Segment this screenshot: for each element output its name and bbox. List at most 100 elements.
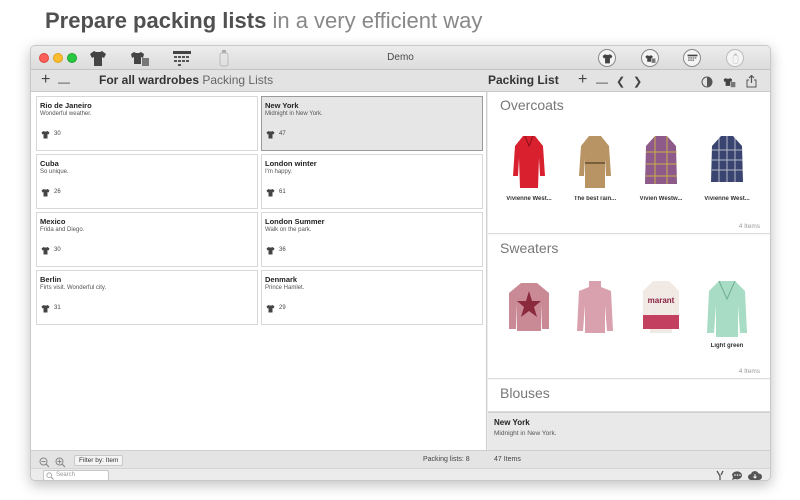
shirt-icon[interactable]: [89, 49, 107, 67]
packing-list-title: New York: [265, 101, 299, 110]
zoom-window-button[interactable]: [67, 53, 77, 63]
packing-list-title: Packing List: [488, 73, 559, 87]
packing-list-title: London winter: [265, 159, 317, 168]
calendar-icon[interactable]: [172, 49, 192, 67]
shirt-icon: [41, 247, 50, 255]
packing-list-card[interactable]: Berlin Firts visit. Wonderful city. 31: [36, 270, 258, 325]
item-card[interactable]: Vivien Westw...: [631, 132, 691, 202]
coat-image: [513, 135, 545, 188]
sweater-logo-text: marant: [648, 296, 675, 305]
packing-list-title: London Summer: [265, 217, 325, 226]
tools-icon[interactable]: [715, 470, 725, 480]
item-label: Vivienne West...: [704, 196, 750, 202]
bottle-icon[interactable]: [219, 49, 229, 67]
title-bar: Demo: [31, 46, 770, 70]
section-title: Blouses: [500, 385, 550, 401]
summary-title: New York: [494, 418, 530, 427]
chat-icon[interactable]: [731, 470, 743, 480]
wardrobe-icon[interactable]: [641, 49, 659, 67]
add-item-button[interactable]: +: [578, 72, 587, 88]
packing-list-subtitle: Walk on the park.: [265, 227, 312, 233]
item-card[interactable]: Vivienne West...: [697, 132, 757, 202]
item-label: Light green: [710, 343, 744, 349]
item-count: 29: [279, 305, 286, 311]
coat-image: [711, 136, 743, 182]
left-title-light: Packing Lists: [202, 73, 274, 87]
left-pane-title: For all wardrobes Packing Lists: [99, 73, 273, 87]
section-sweaters: Sweaters marant Light green 4 Items: [488, 235, 770, 379]
shirt-icon[interactable]: [598, 49, 616, 67]
item-count: 47: [279, 131, 286, 137]
item-count: 30: [54, 131, 61, 137]
packing-list-card[interactable]: New York Midnight in New York. 47: [261, 96, 483, 151]
shirt-icon: [266, 131, 275, 139]
section-overcoats: Overcoats Vivienne West... The best rain…: [488, 92, 770, 234]
share-icon[interactable]: [746, 72, 757, 90]
packing-list-card[interactable]: Rio de Janeiro Wonderful weather. 30: [36, 96, 258, 151]
packing-list-subtitle: I'm happy.: [265, 169, 293, 175]
app-window: Demo + — For all wardrobes Packing Lists…: [30, 45, 771, 481]
item-card[interactable]: [499, 279, 559, 339]
search-field[interactable]: Search: [43, 470, 109, 480]
packing-list-card[interactable]: London winter I'm happy. 61: [261, 154, 483, 209]
cloud-icon[interactable]: [748, 470, 762, 480]
item-label: Vivienne West...: [506, 196, 552, 202]
packing-lists-pane: Rio de Janeiro Wonderful weather. 30 New Yo…: [31, 92, 487, 450]
item-label: Vivien Westw...: [639, 196, 683, 202]
item-card[interactable]: The best rain...: [565, 132, 625, 202]
packing-list-card[interactable]: Cuba So unique. 26: [36, 154, 258, 209]
shirt-icon: [266, 189, 275, 197]
packing-list-title: Berlin: [40, 275, 62, 284]
item-card[interactable]: [565, 279, 625, 339]
sweater-image: [509, 283, 549, 331]
status-bar: Search: [31, 468, 770, 480]
add-list-button[interactable]: +: [41, 72, 50, 88]
packing-list-card[interactable]: Denmark Prince Hamlet. 29: [261, 270, 483, 325]
item-card[interactable]: Vivienne West...: [499, 132, 559, 202]
item-swatch-1-1: [577, 281, 613, 333]
shirt-icon: [266, 305, 275, 313]
calendar-icon[interactable]: [683, 49, 701, 67]
item-card[interactable]: Light green: [697, 279, 757, 349]
minimize-window-button[interactable]: [53, 53, 63, 63]
item-card[interactable]: marant: [631, 279, 691, 339]
search-icon: [46, 472, 54, 480]
promo-headline: Prepare packing lists in a very efficien…: [45, 8, 482, 34]
remove-list-button[interactable]: —: [58, 74, 70, 90]
packing-list-subtitle: So unique.: [40, 169, 69, 175]
close-window-button[interactable]: [39, 53, 49, 63]
bottom-bar: Filter by: Item Packing lists: 8 47 Item…: [31, 450, 770, 468]
left-title-bold: For all wardrobes: [99, 73, 200, 87]
packing-lists-count: Packing lists: 8: [423, 456, 470, 463]
remove-item-button[interactable]: —: [596, 74, 608, 90]
wardrobe-icon[interactable]: [130, 49, 150, 67]
right-pane-title: Packing List: [488, 73, 559, 87]
packing-list-detail-pane: Overcoats Vivienne West... The best rain…: [488, 92, 770, 450]
packing-list-title: Mexico: [40, 217, 66, 226]
filter-by-button[interactable]: Filter by: Item: [74, 455, 124, 466]
items-count: 47 Items: [494, 456, 521, 463]
item-swatch-1-3: [707, 281, 747, 337]
packing-list-subtitle: Wonderful weather.: [40, 111, 92, 117]
search-placeholder: Search: [56, 472, 76, 478]
previous-button[interactable]: ❮: [616, 74, 625, 90]
headline-light: in a very efficient way: [272, 8, 483, 33]
packing-list-subtitle: Prince Hamlet.: [265, 285, 305, 291]
item-count: 30: [54, 247, 61, 253]
section-blouses: Blouses: [488, 380, 770, 412]
packing-list-card[interactable]: London Summer Walk on the park. 36: [261, 212, 483, 267]
wardrobe-icon[interactable]: [723, 73, 736, 91]
item-swatch-0-2: [645, 136, 677, 184]
next-button[interactable]: ❯: [633, 74, 642, 90]
bottle-icon[interactable]: [726, 49, 744, 67]
summary-subtitle: Midnight in New York.: [494, 430, 557, 437]
item-label: The best rain...: [573, 196, 617, 202]
packing-list-card[interactable]: Mexico Frida and Diego. 30: [36, 212, 258, 267]
section-count: 4 Items: [738, 368, 760, 375]
toggle-icon[interactable]: [701, 73, 713, 91]
coat-image: [645, 136, 677, 184]
section-title: Overcoats: [500, 97, 564, 113]
item-count: 36: [279, 247, 286, 253]
item-count: 26: [54, 189, 61, 195]
item-swatch-0-0: [513, 136, 545, 188]
